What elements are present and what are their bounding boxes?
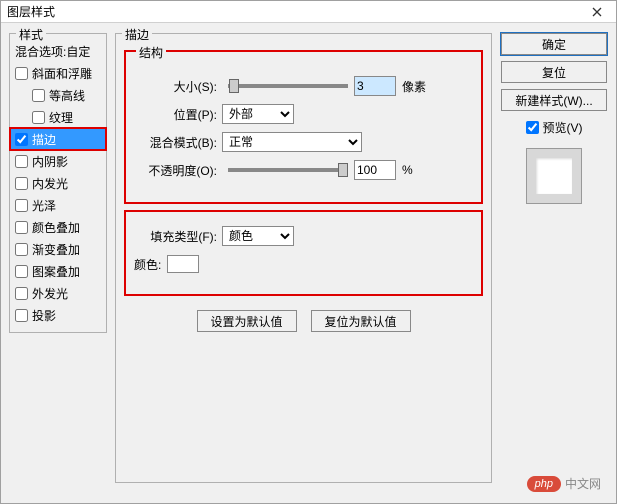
color-overlay-checkbox[interactable] xyxy=(15,221,28,234)
new-style-button[interactable]: 新建样式(W)... xyxy=(501,89,607,111)
outer-glow-checkbox[interactable] xyxy=(15,287,28,300)
reset-default-button[interactable]: 复位为默认值 xyxy=(311,310,411,332)
size-row: 大小(S): 像素 xyxy=(126,72,469,100)
drop-shadow-checkbox[interactable] xyxy=(15,309,28,322)
fill-group: 填充类型(F): 颜色 颜色: xyxy=(124,210,483,296)
drop-shadow-label: 投影 xyxy=(32,307,56,324)
fill-type-label: 填充类型(F): xyxy=(126,228,222,245)
opacity-slider-thumb[interactable] xyxy=(338,163,348,177)
styles-column: 样式 混合选项:自定 斜面和浮雕 等高线 纹理 描 xyxy=(1,23,111,503)
set-default-button[interactable]: 设置为默认值 xyxy=(197,310,297,332)
preview-check-row[interactable]: 预览(V) xyxy=(526,119,583,136)
contour-checkbox[interactable] xyxy=(32,89,45,102)
satin-label: 光泽 xyxy=(32,197,56,214)
watermark-text: 中文网 xyxy=(565,475,601,492)
titlebar: 图层样式 xyxy=(1,1,616,23)
style-item-inner-glow[interactable]: 内发光 xyxy=(10,172,106,194)
style-item-inner-shadow[interactable]: 内阴影 xyxy=(10,150,106,172)
pattern-overlay-label: 图案叠加 xyxy=(32,263,80,280)
texture-label: 纹理 xyxy=(49,109,73,126)
gradient-overlay-checkbox[interactable] xyxy=(15,243,28,256)
fill-type-row: 填充类型(F): 颜色 xyxy=(126,222,469,250)
bevel-label: 斜面和浮雕 xyxy=(32,65,92,82)
position-label: 位置(P): xyxy=(126,106,222,123)
style-item-stroke[interactable]: 描边 xyxy=(10,128,106,150)
satin-checkbox[interactable] xyxy=(15,199,28,212)
preview-label: 预览(V) xyxy=(543,119,583,136)
size-unit: 像素 xyxy=(402,78,426,95)
watermark-badge: php xyxy=(527,476,561,492)
inner-glow-checkbox[interactable] xyxy=(15,177,28,190)
style-item-contour[interactable]: 等高线 xyxy=(10,84,106,106)
opacity-label: 不透明度(O): xyxy=(126,162,222,179)
opacity-unit: % xyxy=(402,163,413,177)
blend-options-label: 混合选项:自定 xyxy=(15,43,90,60)
opacity-row: 不透明度(O): % xyxy=(126,156,469,184)
structure-group: 结构 大小(S): 像素 位置(P): 外部 xyxy=(124,50,483,204)
structure-legend: 结构 xyxy=(136,44,166,61)
position-row: 位置(P): 外部 xyxy=(126,100,469,128)
texture-checkbox[interactable] xyxy=(32,111,45,124)
styles-legend: 样式 xyxy=(16,26,46,43)
stroke-label: 描边 xyxy=(32,131,56,148)
gradient-overlay-label: 渐变叠加 xyxy=(32,241,80,258)
inner-shadow-checkbox[interactable] xyxy=(15,155,28,168)
style-item-pattern-overlay[interactable]: 图案叠加 xyxy=(10,260,106,282)
center-column: 描边 结构 大小(S): 像素 位置(P): 外部 xyxy=(111,23,496,503)
stroke-checkbox[interactable] xyxy=(15,133,28,146)
close-button[interactable] xyxy=(578,1,616,23)
reset-button[interactable]: 复位 xyxy=(501,61,607,83)
blend-mode-select[interactable]: 正常 xyxy=(222,132,362,152)
close-icon xyxy=(592,7,602,17)
size-slider-thumb[interactable] xyxy=(229,79,239,93)
size-slider[interactable] xyxy=(228,84,348,88)
opacity-input[interactable] xyxy=(354,160,396,180)
style-item-color-overlay[interactable]: 颜色叠加 xyxy=(10,216,106,238)
style-item-gradient-overlay[interactable]: 渐变叠加 xyxy=(10,238,106,260)
color-overlay-label: 颜色叠加 xyxy=(32,219,80,236)
blend-options-item[interactable]: 混合选项:自定 xyxy=(10,40,106,62)
color-swatch[interactable] xyxy=(167,255,199,273)
right-column: 确定 复位 新建样式(W)... 预览(V) xyxy=(496,23,616,503)
contour-label: 等高线 xyxy=(49,87,85,104)
preview-box xyxy=(526,148,582,204)
opacity-slider[interactable] xyxy=(228,168,348,172)
fill-type-select[interactable]: 颜色 xyxy=(222,226,294,246)
watermark: php 中文网 xyxy=(527,475,601,492)
style-item-outer-glow[interactable]: 外发光 xyxy=(10,282,106,304)
ok-button[interactable]: 确定 xyxy=(501,33,607,55)
color-label: 颜色: xyxy=(134,256,161,273)
inner-shadow-label: 内阴影 xyxy=(32,153,68,170)
outer-glow-label: 外发光 xyxy=(32,285,68,302)
blend-mode-row: 混合模式(B): 正常 xyxy=(126,128,469,156)
style-item-bevel[interactable]: 斜面和浮雕 xyxy=(10,62,106,84)
preview-checkbox[interactable] xyxy=(526,121,539,134)
stroke-group-legend: 描边 xyxy=(122,26,152,43)
stroke-group: 描边 结构 大小(S): 像素 位置(P): 外部 xyxy=(115,33,492,483)
style-item-satin[interactable]: 光泽 xyxy=(10,194,106,216)
bevel-checkbox[interactable] xyxy=(15,67,28,80)
styles-group: 样式 混合选项:自定 斜面和浮雕 等高线 纹理 描 xyxy=(9,33,107,333)
blend-mode-label: 混合模式(B): xyxy=(126,134,222,151)
size-input[interactable] xyxy=(354,76,396,96)
position-select[interactable]: 外部 xyxy=(222,104,294,124)
pattern-overlay-checkbox[interactable] xyxy=(15,265,28,278)
style-item-drop-shadow[interactable]: 投影 xyxy=(10,304,106,326)
inner-glow-label: 内发光 xyxy=(32,175,68,192)
preview-inner xyxy=(536,158,572,194)
size-label: 大小(S): xyxy=(126,78,222,95)
default-buttons-row: 设置为默认值 复位为默认值 xyxy=(124,310,483,332)
window-title: 图层样式 xyxy=(7,3,55,20)
color-row: 颜色: xyxy=(126,250,469,278)
style-item-texture[interactable]: 纹理 xyxy=(10,106,106,128)
